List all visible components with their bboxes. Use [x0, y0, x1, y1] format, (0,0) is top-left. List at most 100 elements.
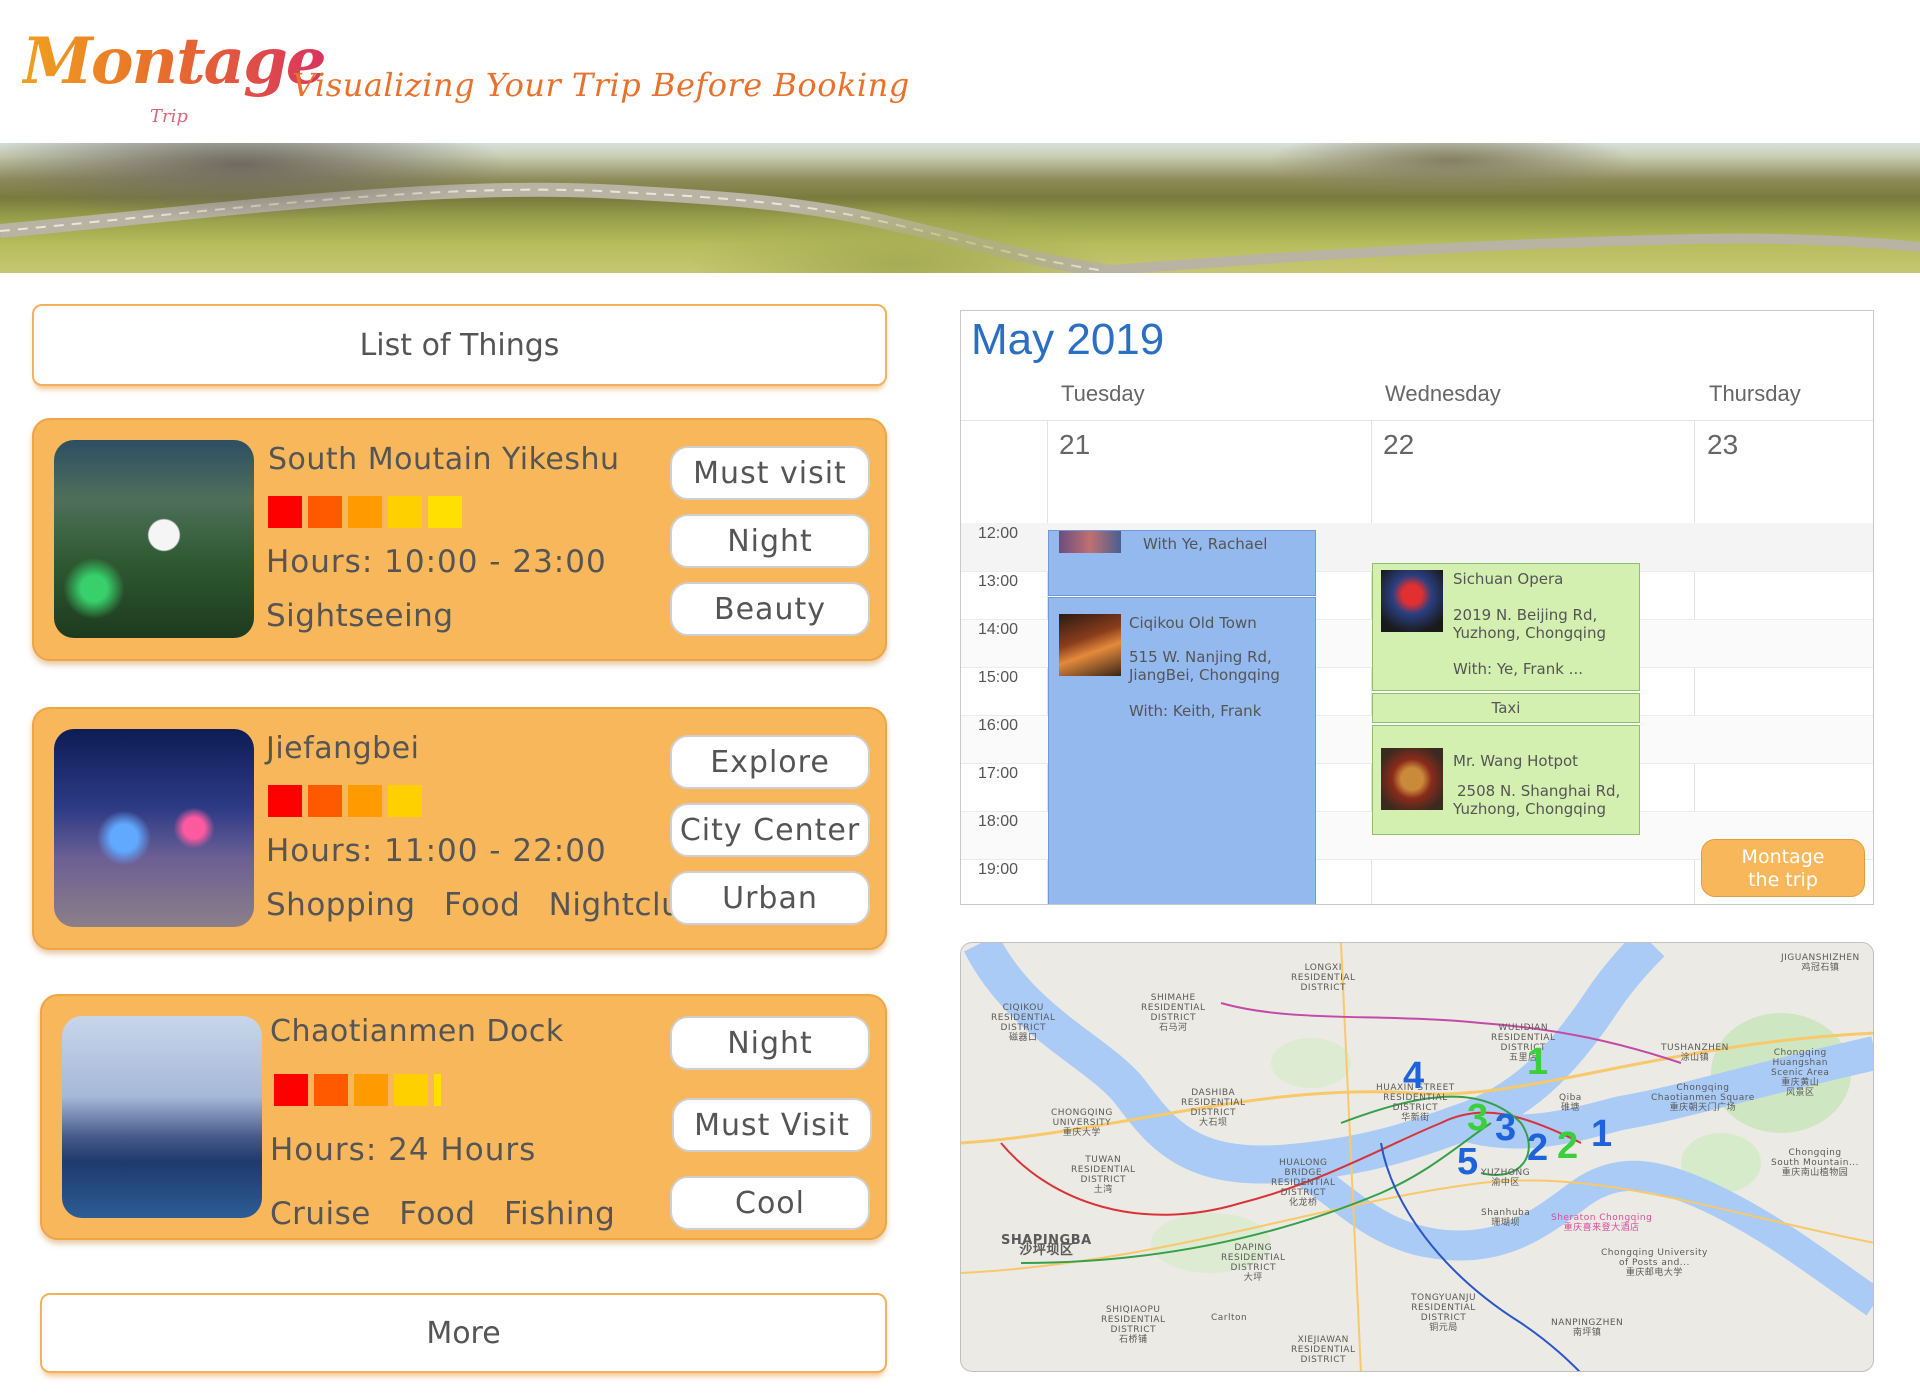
map-label-shapingba: SHAPINGBA 沙坪坝区	[1001, 1233, 1092, 1258]
popularity-level	[268, 785, 422, 817]
day-number-23: 23	[1707, 429, 1739, 460]
tag-beauty[interactable]: Beauty	[670, 582, 870, 636]
attraction-card-jiefangbei[interactable]: Jiefangbei Hours: 11:00 - 22:00 Shopping…	[32, 707, 887, 950]
map-label-daping: DAPING RESIDENTIAL DISTRICT 大坪	[1221, 1243, 1286, 1283]
map-pin[interactable]: 3	[1467, 1097, 1488, 1140]
map-label-tushanzhen: TUSHANZHEN 涂山镇	[1661, 1043, 1729, 1063]
montage-trip-logo[interactable]: Montage Trip	[22, 14, 327, 134]
tag-explore[interactable]: Explore	[670, 735, 870, 789]
landscape-banner	[0, 143, 1920, 273]
level-square	[268, 785, 302, 817]
map-label-chongqing-university: CHONGQING UNIVERSITY 重庆大学	[1051, 1108, 1113, 1138]
map-label-chaotianmen-square: Chongqing Chaotianmen Square 重庆朝天门广场	[1651, 1083, 1755, 1113]
logo-subtext: Trip	[150, 106, 188, 127]
tagline: Visualizing Your Trip Before Booking	[292, 66, 910, 104]
event-address-line2: Yuzhong, Chongqing	[1453, 624, 1606, 642]
event-title: Mr. Wang Hotpot	[1453, 752, 1579, 770]
map-label-ciqikou: CIQIKOU RESIDENTIAL DISTRICT 磁器口	[991, 1003, 1056, 1043]
map-pin[interactable]: 2	[1527, 1127, 1548, 1170]
level-square	[354, 1074, 388, 1106]
calendar-event-ciqikou[interactable]: Ciqikou Old Town 515 W. Nanjing Rd, Jian…	[1048, 597, 1316, 904]
event-address-line1: 515 W. Nanjing Rd,	[1129, 648, 1272, 666]
tag-urban[interactable]: Urban	[670, 871, 870, 925]
map-label-shimahe: SHIMAHE RESIDENTIAL DISTRICT 石马河	[1141, 993, 1206, 1033]
category-label: Fishing	[503, 1196, 616, 1232]
map-pin[interactable]: 4	[1403, 1055, 1424, 1098]
tag-night[interactable]: Night	[670, 1016, 870, 1070]
level-square	[388, 785, 422, 817]
attraction-photo	[54, 729, 254, 927]
calendar-month-title: May 2019	[971, 315, 1165, 364]
calendar-event-sichuan-opera[interactable]: Sichuan Opera 2019 N. Beijing Rd, Yuzhon…	[1372, 563, 1640, 691]
day-number-22: 22	[1383, 429, 1415, 460]
event-thumbnail	[1059, 614, 1121, 676]
tag-night[interactable]: Night	[670, 514, 870, 568]
map-label-xiejiawan: XIEJIAWAN RESIDENTIAL DISTRICT	[1291, 1335, 1356, 1365]
time-label: 17:00	[978, 765, 1019, 782]
tag-city-center[interactable]: City Center	[670, 803, 870, 857]
attraction-photo	[54, 440, 254, 638]
event-address-line2: Yuzhong, Chongqing	[1453, 800, 1606, 818]
tag-must-visit[interactable]: Must visit	[670, 446, 870, 500]
map-label-shiqiaopu: SHIQIAOPU RESIDENTIAL DISTRICT 石桥铺	[1101, 1305, 1166, 1345]
event-address-line1: 2508 N. Shanghai Rd,	[1457, 782, 1621, 800]
day-number-21: 21	[1059, 429, 1091, 460]
map-pin[interactable]: 1	[1527, 1041, 1548, 1084]
map-label-sheraton: Sheraton Chongqing 重庆喜来登大酒店	[1551, 1213, 1653, 1233]
map-pin[interactable]: 5	[1457, 1141, 1478, 1184]
category-label: Cruise	[270, 1196, 371, 1232]
category-label: Sightseeing	[266, 598, 454, 634]
map-label-hualong: HUALONG BRIDGE RESIDENTIAL DISTRICT 化龙桥	[1271, 1158, 1336, 1208]
attraction-hours: Hours: 10:00 - 23:00	[266, 544, 607, 580]
tag-must-visit[interactable]: Must Visit	[672, 1098, 872, 1152]
level-square	[308, 496, 342, 528]
level-square	[314, 1074, 348, 1106]
event-thumbnail	[1059, 531, 1121, 553]
map-label-tongyuanju: TONGYUANJU RESIDENTIAL DISTRICT 铜元局	[1411, 1293, 1477, 1333]
attraction-hours: Hours: 11:00 - 22:00	[266, 833, 607, 869]
level-square	[394, 1074, 428, 1106]
level-square	[428, 496, 462, 528]
event-companions: With Ye, Rachael	[1143, 535, 1268, 553]
trip-calendar: May 2019 Tuesday Wednesday Thursday 21 2…	[960, 310, 1874, 905]
attraction-name: Chaotianmen Dock	[270, 1014, 564, 1049]
day-header-thursday: Thursday	[1709, 381, 1801, 406]
time-label: 18:00	[978, 813, 1019, 830]
time-label: 16:00	[978, 717, 1019, 734]
category-label: Food	[443, 887, 521, 923]
logo-text: Montage	[22, 24, 327, 99]
attraction-card-south-mountain[interactable]: South Moutain Yikeshu Hours: 10:00 - 23:…	[32, 418, 887, 661]
attraction-card-chaotianmen[interactable]: Chaotianmen Dock Hours: 24 Hours Cruise …	[40, 994, 887, 1240]
calendar-event-morning[interactable]: With Ye, Rachael	[1048, 530, 1316, 596]
attraction-hours: Hours: 24 Hours	[270, 1132, 537, 1168]
map-pin[interactable]: 1	[1591, 1113, 1612, 1156]
more-button[interactable]: More	[40, 1293, 887, 1373]
tag-cool[interactable]: Cool	[670, 1176, 870, 1230]
time-label: 15:00	[978, 669, 1019, 686]
event-address-line2: JiangBei, Chongqing	[1129, 666, 1280, 684]
map-label-tuwan: TUWAN RESIDENTIAL DISTRICT 土湾	[1071, 1155, 1136, 1195]
attraction-categories: Cruise Food Fishing	[270, 1196, 633, 1232]
attraction-name: South Moutain Yikeshu	[268, 442, 620, 477]
list-of-things-header[interactable]: List of Things	[32, 304, 887, 386]
calendar-event-taxi[interactable]: Taxi	[1372, 693, 1640, 723]
attraction-name: Jiefangbei	[266, 731, 420, 766]
map-label-posts: Chongqing University of Posts and... 重庆邮…	[1601, 1248, 1708, 1278]
level-square	[388, 496, 422, 528]
map-pin[interactable]: 2	[1557, 1125, 1578, 1168]
time-label: 13:00	[978, 573, 1019, 590]
day-header-tuesday: Tuesday	[1061, 381, 1145, 406]
day-header-wednesday: Wednesday	[1385, 381, 1501, 406]
level-square	[434, 1074, 441, 1106]
montage-the-trip-button[interactable]: Montage the trip	[1701, 839, 1865, 897]
event-title: Ciqikou Old Town	[1129, 614, 1257, 632]
level-square	[268, 496, 302, 528]
event-title: Taxi	[1491, 699, 1521, 717]
map-label-shanhuba: Shanhuba 珊瑚坝	[1481, 1208, 1531, 1228]
calendar-event-hotpot[interactable]: Mr. Wang Hotpot 2508 N. Shanghai Rd, Yuz…	[1372, 725, 1640, 835]
event-address-line1: 2019 N. Beijing Rd,	[1453, 606, 1598, 624]
trip-map[interactable]: LONGXI RESIDENTIAL DISTRICT SHIMAHE RESI…	[960, 942, 1874, 1372]
map-pin[interactable]: 3	[1495, 1107, 1516, 1150]
level-square	[308, 785, 342, 817]
time-label: 14:00	[978, 621, 1019, 638]
